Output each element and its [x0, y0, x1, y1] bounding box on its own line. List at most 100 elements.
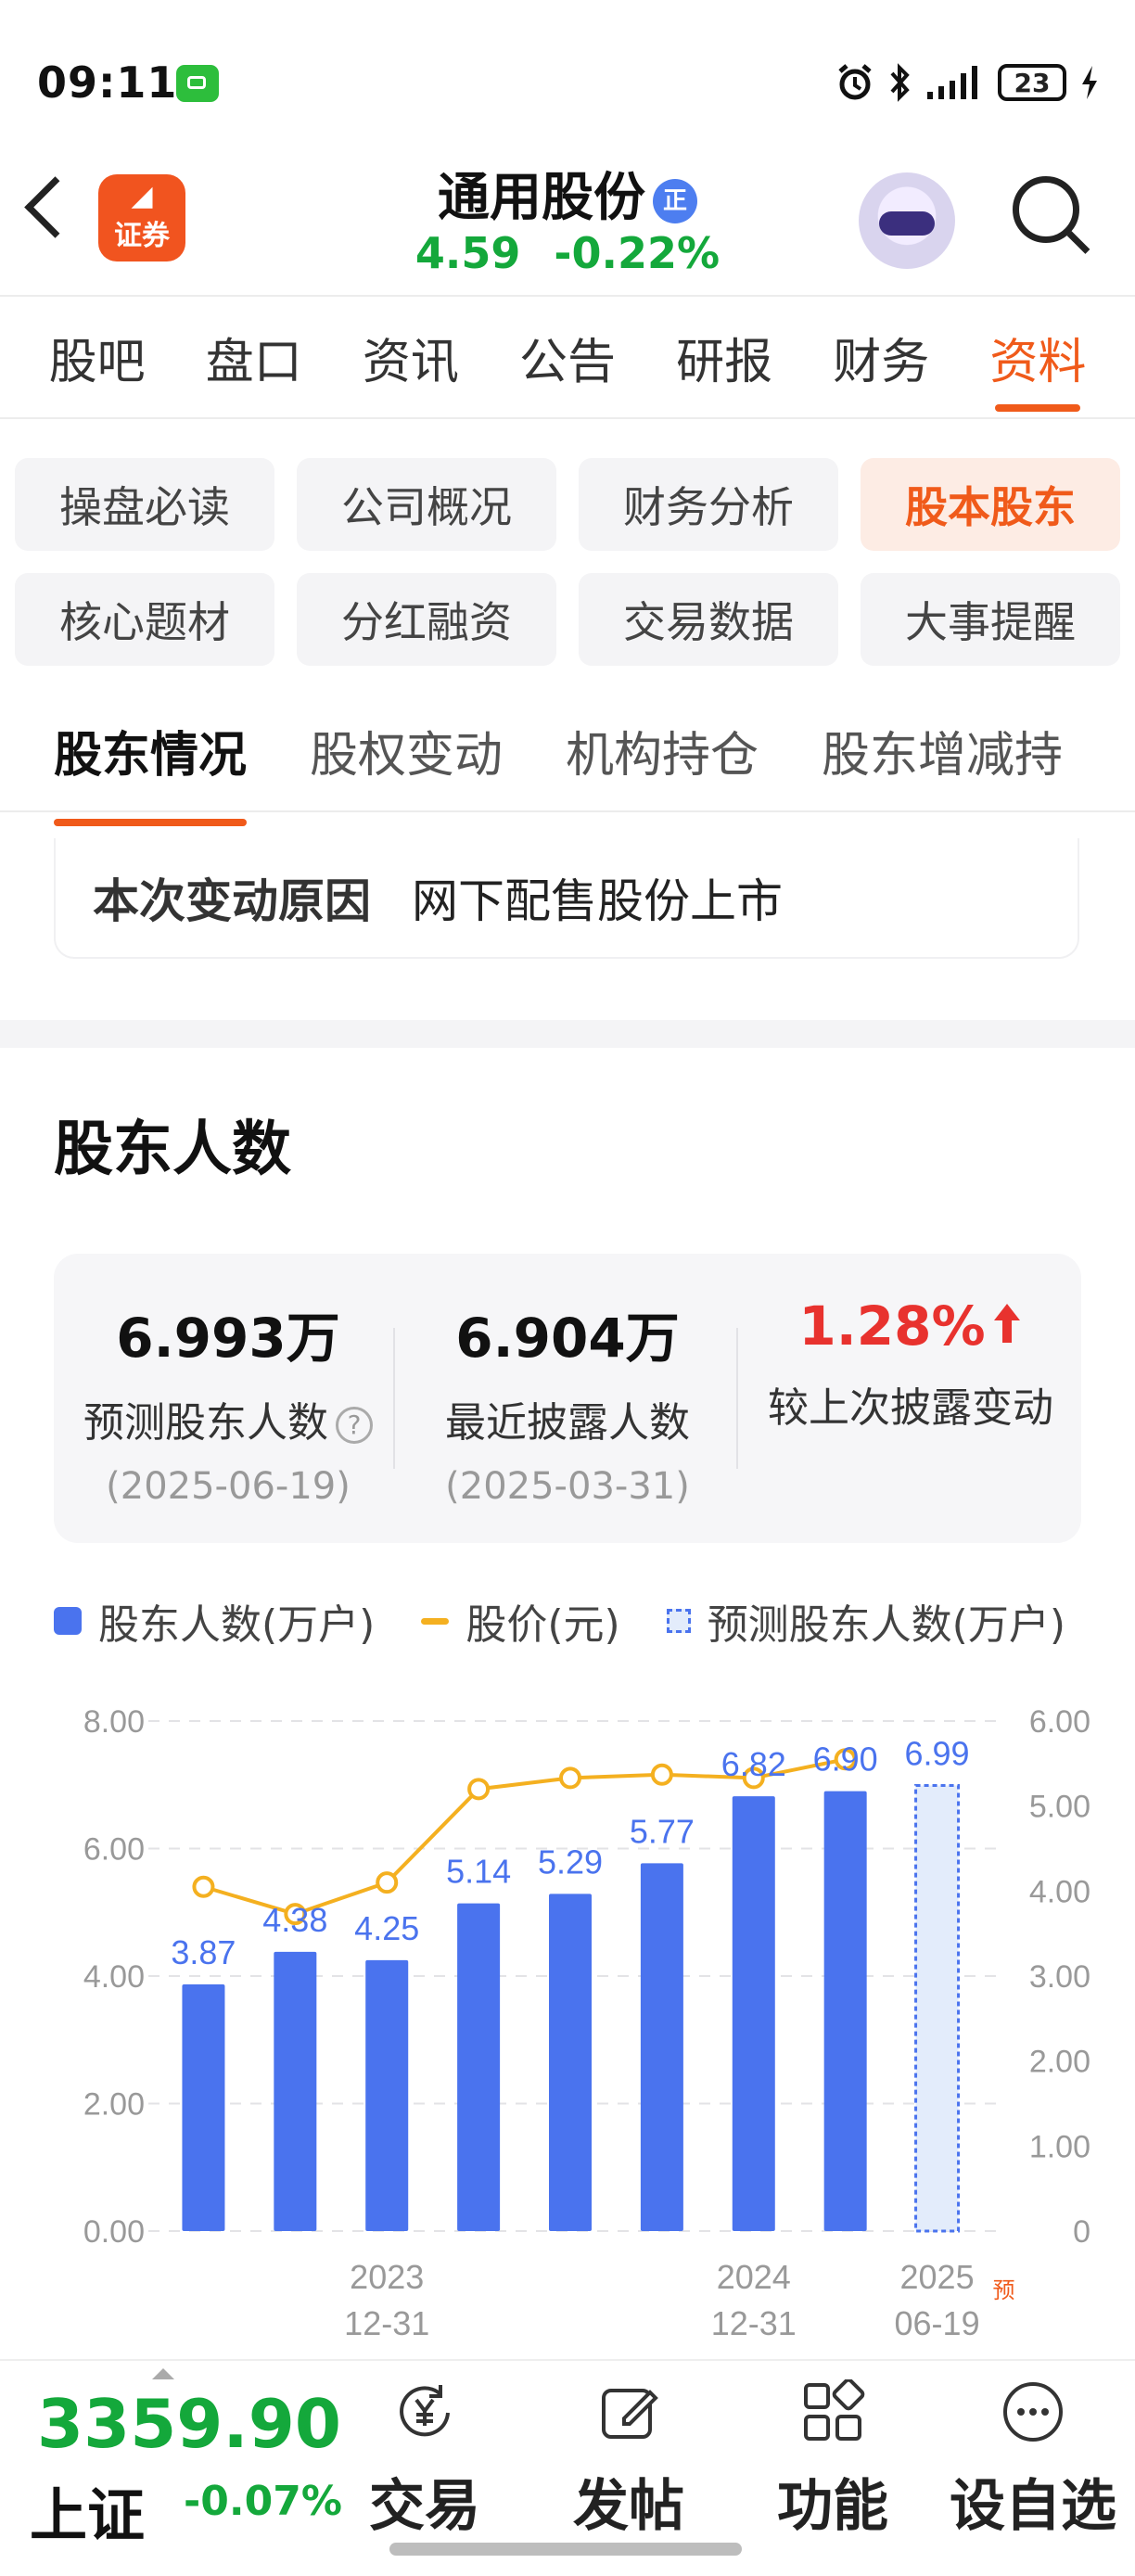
stat-change: 1.28% 较上次披露变动 — [744, 1294, 1078, 1434]
bar-value-label: 3.87 — [171, 1933, 236, 1971]
stat-forecast: 6.993万 预测股东人数? (2025-06-19) — [61, 1294, 395, 1508]
chip-dividends[interactable]: 分红融资 — [297, 573, 556, 666]
battery-icon: 23 — [998, 64, 1066, 101]
alarm-icon — [838, 64, 872, 100]
wechat-icon — [176, 65, 219, 102]
functions-button[interactable]: 功能 — [749, 2378, 916, 2542]
tab-profile[interactable]: 资料 — [989, 323, 1086, 412]
legend-forecast[interactable]: 预测股东人数(万户) — [666, 1591, 1065, 1651]
subtab-institutional[interactable]: 机构持仓 — [566, 716, 759, 785]
divider — [0, 810, 1135, 812]
bar-value-label: 5.14 — [446, 1853, 511, 1891]
functions-label: 功能 — [777, 2474, 888, 2539]
divider — [393, 1328, 395, 1469]
bar-value-label: 5.77 — [630, 1812, 695, 1850]
search-icon[interactable] — [1013, 176, 1079, 243]
price-line: 4.59 -0.22% — [0, 228, 1135, 278]
stock-title: 通用股份正 — [0, 156, 1135, 231]
tab-announcements[interactable]: 公告 — [519, 323, 616, 390]
more-icon — [1003, 2382, 1063, 2442]
bar-value-label: 6.90 — [813, 1741, 878, 1779]
caret-up-icon[interactable] — [152, 2368, 174, 2379]
stock-name: 通用股份 — [438, 168, 645, 228]
arrow-up-icon — [993, 1304, 1020, 1343]
index-name[interactable]: 上证 — [30, 2468, 145, 2552]
y-left-tick-label: 2.00 — [83, 2087, 145, 2123]
change-reason-value: 网下配售股份上市 — [412, 874, 783, 928]
x-tick-label: 2023 — [350, 2258, 424, 2296]
bar-value-label: 6.82 — [721, 1745, 786, 1783]
y-left-tick-label: 0.00 — [83, 2214, 145, 2250]
y-left-tick-label: 8.00 — [83, 1704, 145, 1740]
y-right-tick-label: 3.00 — [1029, 1959, 1090, 1995]
add-watchlist-button[interactable]: 设自选 — [950, 2379, 1116, 2542]
stat-value: 1.28% — [744, 1294, 1078, 1358]
price-point — [467, 1778, 491, 1801]
subtab-equity-changes[interactable]: 股权变动 — [310, 716, 503, 785]
status-icons: 23 — [835, 61, 1100, 104]
subtab-shareholders[interactable]: 股东情况 — [54, 716, 248, 826]
bar-value-label: 5.29 — [538, 1843, 603, 1881]
status-bar: 09:11 23 — [0, 0, 1135, 158]
stat-date: (2025-03-31) — [445, 1465, 690, 1508]
bar — [457, 1903, 501, 2231]
chart-legend: 股东人数(万户) 股价(元) 预测股东人数(万户) — [54, 1591, 1065, 1651]
y-right-tick-label: 4.00 — [1029, 1874, 1090, 1909]
y-right-tick-label: 0 — [1073, 2214, 1090, 2250]
bar — [182, 1983, 225, 2231]
tab-news[interactable]: 资讯 — [363, 323, 459, 390]
chip-shareholders[interactable]: 股本股东 — [861, 458, 1120, 551]
index-value[interactable]: 3359.90 — [37, 2385, 341, 2463]
change-reason-label: 本次变动原因 — [93, 874, 371, 928]
bar — [732, 1796, 775, 2231]
post-label: 发帖 — [573, 2474, 684, 2539]
post-button[interactable]: 发帖 — [545, 2379, 712, 2542]
y-left-tick-label: 4.00 — [83, 1959, 145, 1995]
y-left-tick-label: 6.00 — [83, 1832, 145, 1868]
y-right-tick-label: 1.00 — [1029, 2129, 1090, 2164]
charging-icon — [1082, 66, 1097, 99]
tab-finance[interactable]: 财务 — [833, 323, 929, 390]
chip-events[interactable]: 大事提醒 — [861, 573, 1120, 666]
section-title: 股东人数 — [54, 1116, 291, 1184]
trade-button[interactable]: 交易 — [341, 2379, 508, 2542]
home-indicator[interactable] — [389, 2543, 742, 2556]
legend-line[interactable]: 股价(元) — [421, 1591, 620, 1651]
stat-label: 较上次披露变动 — [768, 1384, 1053, 1432]
sub-tabs: 股东情况 股权变动 机构持仓 股东增减持 — [54, 716, 1063, 826]
section-separator — [0, 1020, 1135, 1048]
stat-label: 最近披露人数 — [445, 1399, 690, 1447]
help-icon[interactable]: ? — [336, 1407, 373, 1444]
bar — [640, 1863, 683, 2231]
tab-guba[interactable]: 股吧 — [49, 323, 146, 390]
edit-icon — [602, 2389, 658, 2439]
stock-price: 4.59 — [414, 228, 521, 278]
chip-company-overview[interactable]: 公司概况 — [297, 458, 556, 551]
trade-label: 交易 — [369, 2474, 480, 2539]
tab-research[interactable]: 研报 — [676, 323, 772, 390]
x-tick-label: 06-19 — [895, 2304, 980, 2342]
forecast-value-label: 6.99 — [905, 1734, 970, 1772]
assistant-robot-icon[interactable] — [859, 172, 955, 269]
subtab-holding-changes[interactable]: 股东增减持 — [822, 716, 1063, 785]
y-right-tick-label: 5.00 — [1029, 1790, 1090, 1825]
divider — [0, 295, 1135, 297]
bluetooth-icon — [890, 63, 910, 102]
chip-trading-data[interactable]: 交易数据 — [579, 573, 838, 666]
chip-trading-guide[interactable]: 操盘必读 — [15, 458, 274, 551]
shareholder-chart: 0.00 2.00 4.00 6.00 8.00 0 1.00 2.00 3.00 4.00 5.0… — [83, 1704, 1090, 2342]
zheng-badge: 正 — [653, 178, 697, 223]
chip-core-themes[interactable]: 核心题材 — [15, 573, 274, 666]
chip-financial-analysis[interactable]: 财务分析 — [579, 458, 838, 551]
grid-icon — [804, 2378, 865, 2441]
legend-bar-swatch — [54, 1607, 82, 1635]
add-watchlist-label: 设自选 — [950, 2474, 1116, 2539]
legend-line-swatch — [421, 1617, 450, 1625]
battery-level: 23 — [1014, 67, 1051, 98]
stat-value: 6.904万 — [455, 1307, 680, 1370]
signal-icon — [927, 66, 977, 99]
legend-bars[interactable]: 股东人数(万户) — [54, 1591, 375, 1651]
bar — [549, 1894, 592, 2231]
bar-value-label: 4.25 — [354, 1909, 419, 1947]
tab-pankou[interactable]: 盘口 — [206, 323, 302, 390]
